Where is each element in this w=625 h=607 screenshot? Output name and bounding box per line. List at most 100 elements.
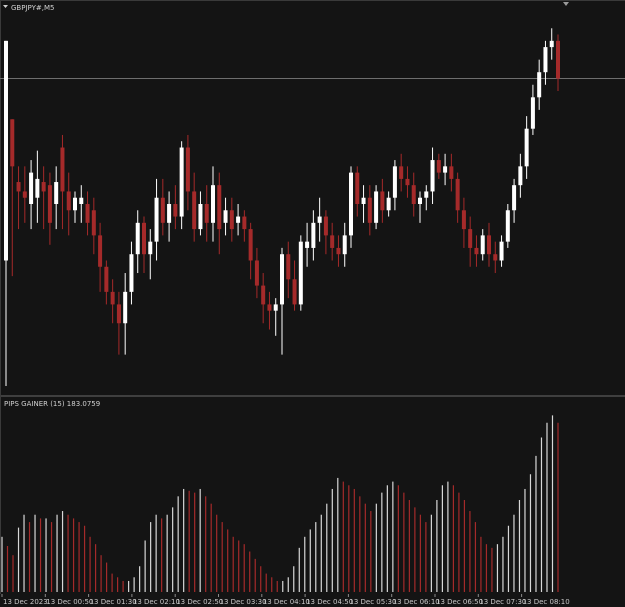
indicator-pane[interactable]: [0, 398, 625, 593]
candle-body[interactable]: [273, 304, 278, 311]
candle-body[interactable]: [430, 160, 435, 192]
candle-body[interactable]: [223, 210, 228, 223]
candle-body[interactable]: [292, 279, 297, 305]
candle-body[interactable]: [254, 260, 259, 286]
candle-body[interactable]: [556, 40, 560, 79]
candle-body[interactable]: [355, 172, 360, 204]
candle-body[interactable]: [505, 210, 510, 242]
candle-body[interactable]: [248, 229, 253, 261]
candle-body[interactable]: [110, 291, 115, 305]
candle-body[interactable]: [85, 204, 90, 223]
candle-body[interactable]: [487, 235, 491, 255]
candle-body[interactable]: [317, 216, 322, 223]
candle-body[interactable]: [41, 182, 46, 192]
candle-body[interactable]: [399, 166, 404, 179]
candle-body[interactable]: [455, 178, 460, 211]
main-pane[interactable]: [0, 0, 625, 395]
symbol-header[interactable]: GBPJPY#,M5: [3, 4, 54, 12]
candle-body[interactable]: [47, 185, 52, 223]
candle-body[interactable]: [4, 40, 8, 261]
candle-body[interactable]: [198, 204, 203, 230]
candle-body[interactable]: [530, 97, 535, 129]
candle-body[interactable]: [386, 197, 391, 211]
candle-body[interactable]: [286, 254, 291, 280]
chart-area[interactable]: GBPJPY#,M5 PIPS GAINER (15) 183.0759 13 …: [0, 0, 625, 607]
candle-body[interactable]: [524, 128, 529, 167]
candle-body[interactable]: [167, 204, 172, 223]
candle-body[interactable]: [267, 304, 272, 311]
candle-body[interactable]: [16, 182, 21, 192]
candle-body[interactable]: [123, 291, 128, 324]
candle-body[interactable]: [129, 254, 134, 292]
candle-body[interactable]: [217, 185, 222, 230]
candle-body[interactable]: [10, 119, 15, 167]
candle-body[interactable]: [73, 197, 77, 211]
time-label: 13 Dec 02:10: [133, 598, 180, 606]
candle-body[interactable]: [29, 172, 34, 204]
candle-body[interactable]: [22, 191, 27, 198]
time-label: 13 Dec 05:30: [349, 598, 396, 606]
candle-body[interactable]: [474, 247, 479, 255]
candle-body[interactable]: [336, 247, 341, 255]
candle-body[interactable]: [543, 47, 548, 73]
candle-body[interactable]: [380, 191, 385, 211]
candle-body[interactable]: [512, 185, 517, 211]
candle-body[interactable]: [185, 147, 190, 192]
candle-body[interactable]: [374, 191, 379, 223]
candle-body[interactable]: [342, 235, 347, 255]
candle-body[interactable]: [480, 235, 485, 255]
candle-body[interactable]: [35, 178, 40, 198]
candle-body[interactable]: [192, 191, 197, 230]
candle-body[interactable]: [330, 235, 335, 248]
symbol-label: GBPJPY#,M5: [11, 4, 54, 12]
candle-body[interactable]: [392, 166, 397, 198]
time-label: 13 Dec 01:30: [90, 598, 137, 606]
candle-body[interactable]: [280, 254, 284, 305]
candle-body[interactable]: [549, 40, 554, 48]
candle-body[interactable]: [204, 204, 209, 223]
candle-body[interactable]: [91, 210, 96, 236]
candle-body[interactable]: [173, 204, 178, 217]
candle-body[interactable]: [361, 197, 366, 204]
candle-body[interactable]: [229, 210, 234, 230]
candle-body[interactable]: [405, 178, 410, 186]
candle-body[interactable]: [443, 166, 448, 173]
candle-body[interactable]: [468, 229, 473, 248]
candle-body[interactable]: [148, 241, 153, 255]
candle-body[interactable]: [160, 197, 165, 223]
candle-body[interactable]: [54, 182, 59, 204]
candle-body[interactable]: [142, 222, 146, 255]
candle-body[interactable]: [436, 160, 441, 173]
indicator-label: PIPS GAINER (15) 183.0759: [4, 400, 100, 408]
candle-body[interactable]: [79, 197, 84, 204]
candle-body[interactable]: [60, 147, 65, 192]
candle-body[interactable]: [104, 266, 109, 292]
candle-body[interactable]: [493, 254, 498, 261]
candle-body[interactable]: [211, 185, 215, 223]
candle-body[interactable]: [349, 172, 353, 236]
candle-body[interactable]: [261, 285, 266, 305]
time-label: 13 Dec 03:30: [220, 598, 267, 606]
candle-body[interactable]: [537, 72, 542, 98]
candle-body[interactable]: [418, 197, 422, 204]
candle-body[interactable]: [499, 241, 504, 261]
candle-body[interactable]: [66, 191, 71, 211]
candle-body[interactable]: [154, 197, 159, 242]
time-label: 13 Dec 06:10: [393, 598, 440, 606]
candle-body[interactable]: [518, 166, 523, 186]
candle-body[interactable]: [98, 235, 103, 267]
candle-body[interactable]: [135, 222, 140, 255]
candle-body[interactable]: [449, 166, 454, 179]
candle-body[interactable]: [311, 222, 316, 248]
candle-body[interactable]: [305, 241, 310, 248]
candle-body[interactable]: [461, 210, 466, 230]
candle-body[interactable]: [323, 216, 328, 236]
candle-body[interactable]: [236, 216, 241, 223]
candle-body[interactable]: [179, 147, 184, 217]
candle-body[interactable]: [367, 197, 372, 223]
candle-body[interactable]: [116, 304, 121, 324]
candle-body[interactable]: [424, 191, 429, 198]
candle-body[interactable]: [411, 185, 416, 204]
candle-body[interactable]: [242, 216, 247, 230]
candle-body[interactable]: [298, 241, 303, 305]
